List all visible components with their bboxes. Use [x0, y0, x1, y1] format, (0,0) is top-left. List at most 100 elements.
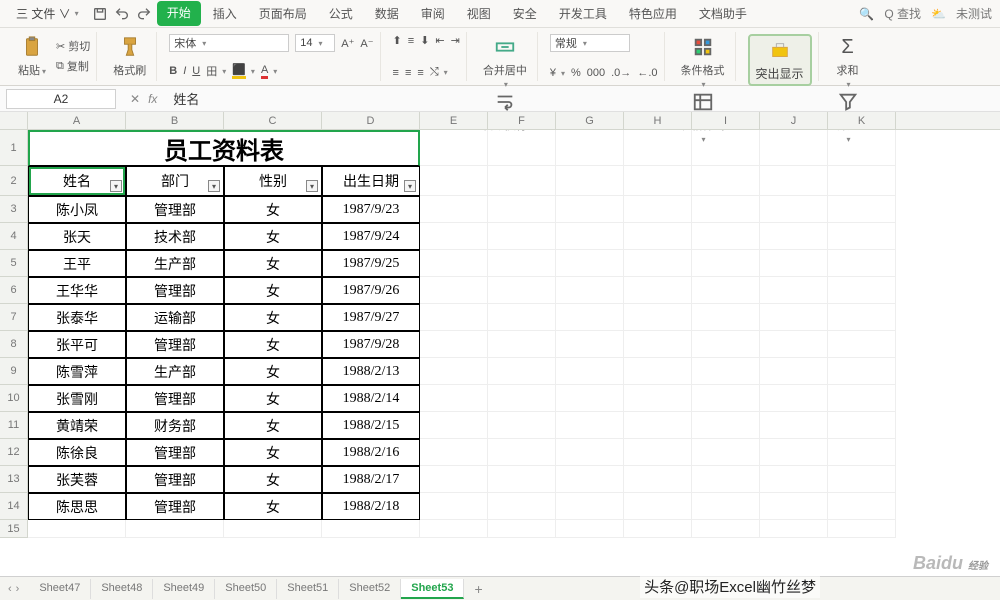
menu-tab-2[interactable]: 页面布局	[249, 1, 317, 26]
cell-K1[interactable]	[828, 130, 896, 166]
cell-K9[interactable]	[828, 358, 896, 385]
cell-I13[interactable]	[692, 466, 760, 493]
sheet-tab-Sheet48[interactable]: Sheet48	[91, 579, 153, 599]
data-10-1[interactable]: 管理部	[126, 385, 224, 412]
data-6-1[interactable]: 管理部	[126, 277, 224, 304]
cell-E15[interactable]	[420, 520, 488, 538]
cell-E3[interactable]	[420, 196, 488, 223]
cell-K4[interactable]	[828, 223, 896, 250]
data-3-0[interactable]: 陈小凤	[28, 196, 126, 223]
data-4-1[interactable]: 技术部	[126, 223, 224, 250]
cell-E11[interactable]	[420, 412, 488, 439]
data-3-2[interactable]: 女	[224, 196, 322, 223]
data-5-1[interactable]: 生产部	[126, 250, 224, 277]
cell-D15[interactable]	[322, 520, 420, 538]
row-header-6[interactable]: 6	[0, 277, 28, 304]
data-14-1[interactable]: 管理部	[126, 493, 224, 520]
cell-H13[interactable]	[624, 466, 692, 493]
data-9-1[interactable]: 生产部	[126, 358, 224, 385]
spreadsheet-grid[interactable]: ABCDEFGHIJK 1员工资料表2姓名▾部门▾性别▾出生日期▾3陈小凤管理部…	[0, 112, 1000, 572]
col-header-D[interactable]: D	[322, 112, 420, 129]
cell-I3[interactable]	[692, 196, 760, 223]
cell-F12[interactable]	[488, 439, 556, 466]
cell-F3[interactable]	[488, 196, 556, 223]
cell-G1[interactable]	[556, 130, 624, 166]
data-6-3[interactable]: 1987/9/26	[322, 277, 420, 304]
data-14-2[interactable]: 女	[224, 493, 322, 520]
cell-G2[interactable]	[556, 166, 624, 196]
cell-E10[interactable]	[420, 385, 488, 412]
row-header-1[interactable]: 1	[0, 130, 28, 166]
add-sheet-button[interactable]: +	[466, 581, 490, 597]
cell-K7[interactable]	[828, 304, 896, 331]
name-box[interactable]: A2	[6, 89, 116, 109]
data-11-0[interactable]: 黄靖荣	[28, 412, 126, 439]
cell-H2[interactable]	[624, 166, 692, 196]
cell-K11[interactable]	[828, 412, 896, 439]
cell-F10[interactable]	[488, 385, 556, 412]
cell-G5[interactable]	[556, 250, 624, 277]
header-1[interactable]: 部门▾	[126, 166, 224, 196]
redo-icon[interactable]	[135, 5, 153, 23]
cell-K3[interactable]	[828, 196, 896, 223]
col-header-J[interactable]: J	[760, 112, 828, 129]
data-13-2[interactable]: 女	[224, 466, 322, 493]
header-0[interactable]: 姓名▾	[28, 166, 126, 196]
cell-G3[interactable]	[556, 196, 624, 223]
number-format-select[interactable]: 常规	[550, 34, 630, 52]
col-header-F[interactable]: F	[488, 112, 556, 129]
paste-button[interactable]: 粘贴	[14, 34, 50, 78]
row-header-13[interactable]: 13	[0, 466, 28, 493]
col-header-E[interactable]: E	[420, 112, 488, 129]
copy-button[interactable]: ⧉复制	[56, 58, 90, 74]
sheet-next-icon[interactable]: ›	[16, 583, 20, 595]
row-header-2[interactable]: 2	[0, 166, 28, 196]
data-11-2[interactable]: 女	[224, 412, 322, 439]
cell-K12[interactable]	[828, 439, 896, 466]
cell-G10[interactable]	[556, 385, 624, 412]
cell-J4[interactable]	[760, 223, 828, 250]
title-cell[interactable]: 员工资料表	[28, 130, 420, 166]
cell-K8[interactable]	[828, 331, 896, 358]
cell-E12[interactable]	[420, 439, 488, 466]
highlight-button[interactable]: 突出显示	[748, 34, 812, 86]
cell-H14[interactable]	[624, 493, 692, 520]
cell-G4[interactable]	[556, 223, 624, 250]
cell-G14[interactable]	[556, 493, 624, 520]
cell-E9[interactable]	[420, 358, 488, 385]
cell-G13[interactable]	[556, 466, 624, 493]
align-top-button[interactable]: ⬆	[393, 34, 402, 47]
data-3-3[interactable]: 1987/9/23	[322, 196, 420, 223]
cell-I8[interactable]	[692, 331, 760, 358]
data-5-3[interactable]: 1987/9/25	[322, 250, 420, 277]
cell-I1[interactable]	[692, 130, 760, 166]
col-header-A[interactable]: A	[28, 112, 126, 129]
cell-F8[interactable]	[488, 331, 556, 358]
menu-tab-10[interactable]: 文档助手	[689, 1, 757, 26]
data-12-3[interactable]: 1988/2/16	[322, 439, 420, 466]
align-right-button[interactable]: ≡	[417, 67, 423, 79]
cell-E1[interactable]	[420, 130, 488, 166]
cell-K10[interactable]	[828, 385, 896, 412]
cell-J2[interactable]	[760, 166, 828, 196]
cell-J11[interactable]	[760, 412, 828, 439]
cell-J10[interactable]	[760, 385, 828, 412]
cell-G7[interactable]	[556, 304, 624, 331]
data-11-3[interactable]: 1988/2/15	[322, 412, 420, 439]
menu-tab-4[interactable]: 数据	[365, 1, 409, 26]
cell-J3[interactable]	[760, 196, 828, 223]
row-header-8[interactable]: 8	[0, 331, 28, 358]
merge-center-button[interactable]: 合并居中	[479, 34, 531, 89]
sheet-tab-Sheet50[interactable]: Sheet50	[215, 579, 277, 599]
cell-H5[interactable]	[624, 250, 692, 277]
col-header-B[interactable]: B	[126, 112, 224, 129]
sheet-tab-Sheet53[interactable]: Sheet53	[401, 579, 464, 599]
data-13-0[interactable]: 张芙蓉	[28, 466, 126, 493]
cell-H12[interactable]	[624, 439, 692, 466]
cell-C15[interactable]	[224, 520, 322, 538]
cell-I6[interactable]	[692, 277, 760, 304]
menu-tab-5[interactable]: 审阅	[411, 1, 455, 26]
data-7-1[interactable]: 运输部	[126, 304, 224, 331]
cell-F4[interactable]	[488, 223, 556, 250]
cell-H11[interactable]	[624, 412, 692, 439]
